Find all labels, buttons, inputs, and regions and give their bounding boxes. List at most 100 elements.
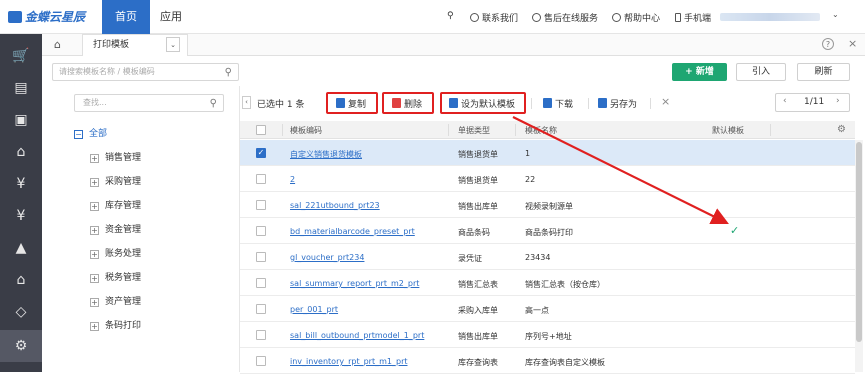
page-help-icon[interactable]: ? [822, 38, 834, 50]
phone-icon [675, 13, 681, 22]
template-code-link[interactable]: sal_summary_report_prt_m2_prt [290, 279, 419, 288]
table-row[interactable]: gl_voucher_prt234 录凭证 23434 [240, 244, 855, 270]
tree-node[interactable]: + 资金管理 [90, 222, 141, 235]
set-default-button[interactable]: 设为默认模板 [449, 97, 515, 110]
template-code-link[interactable]: sal_bill_outbound_prtmodel_1_prt [290, 331, 424, 340]
row-checkbox[interactable] [256, 252, 266, 262]
save-as-button[interactable]: 另存为 [598, 97, 637, 110]
expand-icon[interactable]: + [90, 178, 99, 187]
new-button[interactable]: + 新增 [672, 63, 727, 81]
row-checkbox[interactable] [256, 330, 266, 340]
logo[interactable]: 金蝶云星辰 [8, 8, 85, 25]
delete-button[interactable]: 删除 [392, 97, 422, 110]
expand-icon[interactable]: + [90, 250, 99, 259]
home-icon[interactable]: ⌂ [54, 38, 61, 51]
bill-type-cell: 销售出库单 [458, 202, 498, 211]
tree-node[interactable]: + 资产管理 [90, 294, 141, 307]
prev-page-icon[interactable]: ‹ [783, 96, 787, 106]
row-checkbox[interactable] [256, 304, 266, 314]
service-link[interactable]: 售后在线服务 [532, 11, 598, 24]
table-row[interactable]: bd_materialbarcode_preset_prt 商品条码 商品条码打印 ✓ [240, 218, 855, 244]
logo-text: 金蝶云星辰 [25, 10, 86, 24]
column-settings-icon[interactable]: ⚙ [837, 124, 846, 135]
warehouse-icon[interactable]: ⌂ [11, 142, 31, 162]
import-button[interactable]: 引入 [736, 63, 786, 81]
scrollbar-thumb[interactable] [856, 142, 862, 342]
expand-icon[interactable]: + [90, 274, 99, 283]
bag-icon[interactable]: ▣ [11, 110, 31, 130]
template-code-link[interactable]: bd_materialbarcode_preset_prt [290, 227, 415, 236]
chart-icon[interactable]: ▲ [11, 238, 31, 258]
template-name-cell: 序列号+地址 [525, 332, 572, 341]
refresh-button[interactable]: 刷新 [797, 63, 850, 81]
chevron-down-icon[interactable]: ⌄ [832, 10, 839, 19]
contact-link[interactable]: 联系我们 [470, 11, 518, 24]
top-bar: 金蝶云星辰 首页 应用 ⚲ 联系我们 售后在线服务 帮助中心 手机端 ⌄ [0, 0, 865, 34]
table-row[interactable]: 2 销售退货单 22 [240, 166, 855, 192]
next-page-icon[interactable]: › [836, 96, 840, 106]
tree-node[interactable]: + 税务管理 [90, 270, 141, 283]
template-code-link[interactable]: inv_inventory_rpt_prt_m1_prt [290, 357, 408, 366]
expand-icon[interactable]: + [90, 154, 99, 163]
close-all-icon[interactable]: × [848, 37, 857, 50]
search-icon[interactable]: ⚲ [225, 65, 232, 81]
collapse-icon[interactable]: − [74, 130, 83, 139]
template-code-link[interactable]: 自定义销售退货模板 [290, 149, 362, 160]
download-button[interactable]: 下载 [543, 97, 573, 110]
vertical-scrollbar[interactable] [855, 140, 863, 372]
tab-home[interactable]: 首页 [102, 0, 150, 34]
column-header-default[interactable]: 默认模板 [712, 125, 744, 136]
row-checkbox[interactable] [256, 278, 266, 288]
cart-icon[interactable]: 🛒 [11, 46, 31, 66]
tree-node[interactable]: + 销售管理 [90, 150, 141, 163]
tree-node[interactable]: + 库存管理 [90, 198, 141, 211]
help-link[interactable]: 帮助中心 [612, 11, 660, 24]
select-all-checkbox[interactable] [256, 125, 266, 135]
row-checkbox[interactable] [256, 200, 266, 210]
tree-node-label: 销售管理 [105, 153, 142, 163]
template-code-link[interactable]: 2 [290, 175, 295, 184]
expand-icon[interactable]: + [90, 202, 99, 211]
table-row[interactable]: per_001_prt 采购入库单 高一点 [240, 296, 855, 322]
table-row[interactable]: sal_bill_outbound_prtmodel_1_prt 销售出库单 序列号… [240, 322, 855, 348]
expand-icon[interactable]: + [90, 298, 99, 307]
tree-node[interactable]: + 采购管理 [90, 174, 141, 187]
money-icon[interactable]: ¥ [11, 206, 31, 226]
clear-selection-icon[interactable]: × [661, 95, 670, 108]
layers-icon[interactable]: ◇ [11, 302, 31, 322]
column-header-code[interactable]: 模板编码 [290, 125, 322, 136]
expand-icon[interactable]: + [90, 322, 99, 331]
expand-icon[interactable]: + [90, 226, 99, 235]
collapse-panel-icon[interactable]: ‹ [242, 96, 251, 109]
column-header-name[interactable]: 模板名称 [525, 125, 557, 136]
bank-icon[interactable]: ⌂ [11, 270, 31, 290]
table-row[interactable]: ✓ 自定义销售退货模板 销售退货单 1 [240, 140, 855, 166]
table-row[interactable]: sal_221utbound_prt23 销售出库单 视频录制源单 [240, 192, 855, 218]
table-row[interactable]: sal_summary_report_prt_m2_prt 销售汇总表 销售汇总表（… [240, 270, 855, 296]
search-icon[interactable]: ⚲ [210, 96, 217, 112]
row-checkbox[interactable] [256, 356, 266, 366]
template-code-link[interactable]: per_001_prt [290, 305, 338, 314]
tab-menu-chevron-icon[interactable]: ⌄ [166, 37, 180, 52]
bill-type-cell: 采购入库单 [458, 306, 498, 315]
template-search-input[interactable]: 请搜索模板名称 / 模板编码 ⚲ [52, 63, 239, 81]
tree-search-input[interactable]: 查找... ⚲ [74, 94, 224, 112]
template-code-link[interactable]: sal_221utbound_prt23 [290, 201, 380, 210]
report-icon[interactable]: ▤ [11, 78, 31, 98]
tree-node-all[interactable]: − 全部 [74, 126, 107, 139]
tab-app[interactable]: 应用 [160, 0, 182, 34]
copy-button[interactable]: 复制 [336, 97, 366, 110]
settings-gear-icon[interactable]: ⚙ [11, 336, 31, 356]
template-code-link[interactable]: gl_voucher_prt234 [290, 253, 364, 262]
table-row[interactable]: inv_inventory_rpt_prt_m1_prt 库存查询表 库存查询表自定… [240, 348, 855, 374]
row-checkbox[interactable] [256, 174, 266, 184]
user-account[interactable] [720, 13, 820, 21]
tree-node[interactable]: + 条码打印 [90, 318, 141, 331]
search-icon[interactable]: ⚲ [447, 11, 454, 21]
tree-node[interactable]: + 账务处理 [90, 246, 141, 259]
column-header-type[interactable]: 单据类型 [458, 125, 490, 136]
finance-icon[interactable]: ¥ [11, 174, 31, 194]
row-checkbox[interactable] [256, 226, 266, 236]
mobile-link[interactable]: 手机端 [675, 11, 711, 24]
row-checkbox[interactable]: ✓ [256, 148, 266, 158]
